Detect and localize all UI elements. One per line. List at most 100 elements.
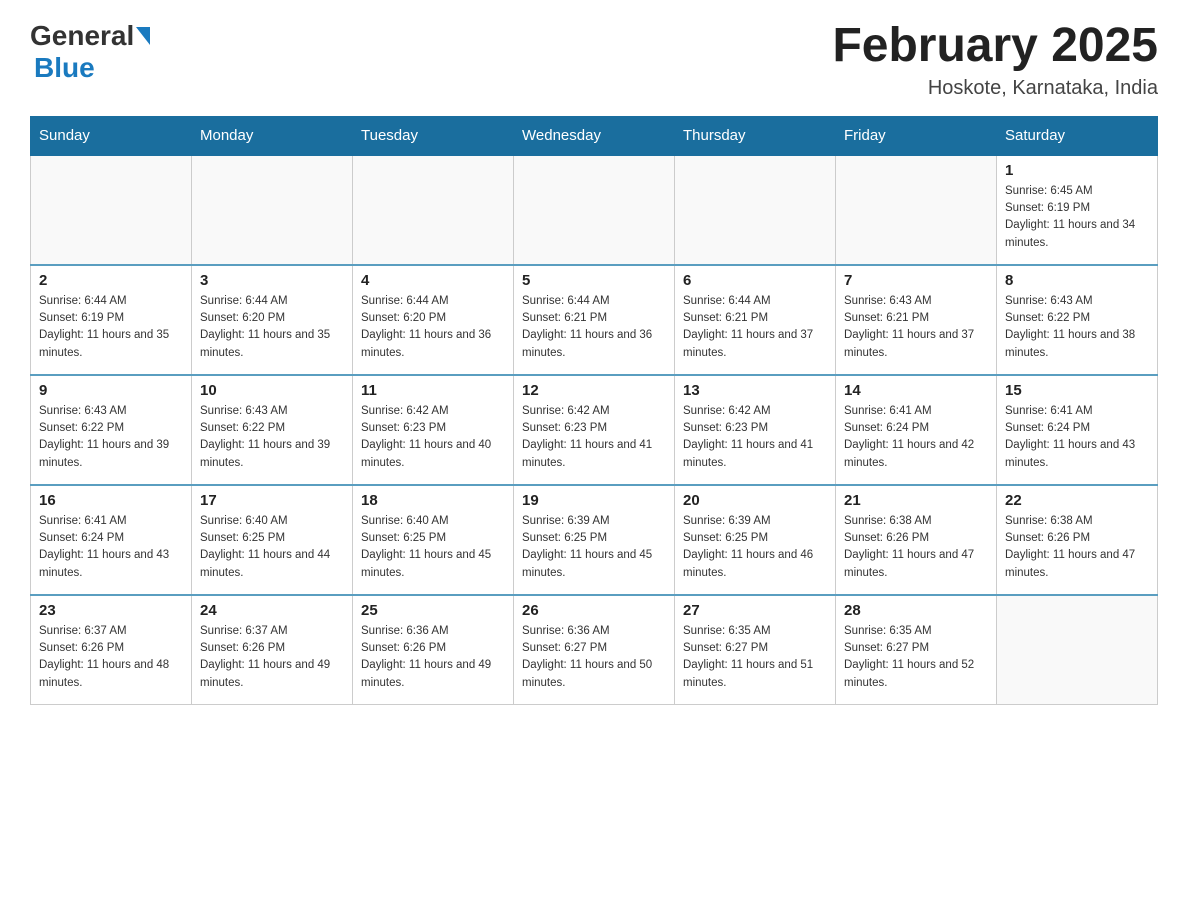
day-info: Sunrise: 6:44 AM Sunset: 6:21 PM Dayligh… — [522, 293, 666, 362]
logo-general-text: General — [30, 20, 134, 52]
calendar-cell: 5Sunrise: 6:44 AM Sunset: 6:21 PM Daylig… — [514, 265, 675, 375]
day-info: Sunrise: 6:38 AM Sunset: 6:26 PM Dayligh… — [1005, 513, 1149, 582]
day-number: 7 — [844, 272, 988, 289]
calendar-cell: 19 Sunrise: 6:39 AM Sunset: 6:25 PM Dayli… — [514, 485, 675, 595]
day-info: Sunrise: 6:44 AM Sunset: 6:19 PM Dayligh… — [39, 293, 183, 362]
day-info: Sunrise: 6:42 AM Sunset: 6:23 PM Dayligh… — [522, 403, 666, 472]
day-info: Sunrise: 6:36 AM Sunset: 6:27 PM Dayligh… — [522, 623, 666, 692]
day-info: Sunrise: 6:37 AM Sunset: 6:26 PM Dayligh… — [39, 623, 183, 692]
logo: General Blue — [30, 20, 152, 84]
weekday-header-wednesday: Wednesday — [514, 116, 675, 155]
day-number: 24 — [200, 602, 344, 619]
day-number: 2 — [39, 272, 183, 289]
calendar-cell — [192, 155, 353, 265]
calendar-cell — [353, 155, 514, 265]
calendar-cell: 15 Sunrise: 6:41 AM Sunset: 6:24 PM Dayli… — [997, 375, 1158, 485]
calendar-cell — [836, 155, 997, 265]
calendar-cell: 17Sunrise: 6:40 AM Sunset: 6:25 PM Dayli… — [192, 485, 353, 595]
weekday-header-thursday: Thursday — [675, 116, 836, 155]
day-info: Sunrise: 6:38 AM Sunset: 6:26 PM Dayligh… — [844, 513, 988, 582]
logo-arrow-icon — [136, 27, 150, 45]
calendar-cell — [675, 155, 836, 265]
calendar-cell — [31, 155, 192, 265]
day-info: Sunrise: 6:39 AM Sunset: 6:25 PM Dayligh… — [683, 513, 827, 582]
calendar-cell: 9 Sunrise: 6:43 AM Sunset: 6:22 PM Daylig… — [31, 375, 192, 485]
day-number: 6 — [683, 272, 827, 289]
day-info: Sunrise: 6:44 AM Sunset: 6:20 PM Dayligh… — [361, 293, 505, 362]
calendar-cell: 22 Sunrise: 6:38 AM Sunset: 6:26 PM Dayli… — [997, 485, 1158, 595]
calendar-subtitle: Hoskote, Karnataka, India — [832, 77, 1158, 100]
day-info: Sunrise: 6:37 AM Sunset: 6:26 PM Dayligh… — [200, 623, 344, 692]
calendar-cell: 18 Sunrise: 6:40 AM Sunset: 6:25 PM Dayli… — [353, 485, 514, 595]
day-info: Sunrise: 6:44 AM Sunset: 6:21 PM Dayligh… — [683, 293, 827, 362]
calendar-cell: 7Sunrise: 6:43 AM Sunset: 6:21 PM Daylig… — [836, 265, 997, 375]
calendar-cell: 27 Sunrise: 6:35 AM Sunset: 6:27 PM Dayli… — [675, 595, 836, 705]
day-info: Sunrise: 6:45 AM Sunset: 6:19 PM Dayligh… — [1005, 183, 1149, 252]
header: General Blue February 2025 Hoskote, Karn… — [30, 20, 1158, 100]
day-info: Sunrise: 6:41 AM Sunset: 6:24 PM Dayligh… — [1005, 403, 1149, 472]
day-number: 13 — [683, 382, 827, 399]
calendar-week-row: 16 Sunrise: 6:41 AM Sunset: 6:24 PM Dayli… — [31, 485, 1158, 595]
calendar-cell — [514, 155, 675, 265]
day-info: Sunrise: 6:41 AM Sunset: 6:24 PM Dayligh… — [39, 513, 183, 582]
day-info: Sunrise: 6:40 AM Sunset: 6:25 PM Dayligh… — [361, 513, 505, 582]
day-number: 15 — [1005, 382, 1149, 399]
calendar-week-row: 1 Sunrise: 6:45 AM Sunset: 6:19 PM Daylig… — [31, 155, 1158, 265]
calendar-cell: 26 Sunrise: 6:36 AM Sunset: 6:27 PM Dayli… — [514, 595, 675, 705]
calendar-cell: 16 Sunrise: 6:41 AM Sunset: 6:24 PM Dayli… — [31, 485, 192, 595]
title-area: February 2025 Hoskote, Karnataka, India — [832, 20, 1158, 100]
day-number: 19 — [522, 492, 666, 509]
day-number: 28 — [844, 602, 988, 619]
calendar-cell: 12 Sunrise: 6:42 AM Sunset: 6:23 PM Dayli… — [514, 375, 675, 485]
calendar-cell: 10 Sunrise: 6:43 AM Sunset: 6:22 PM Dayli… — [192, 375, 353, 485]
day-info: Sunrise: 6:42 AM Sunset: 6:23 PM Dayligh… — [361, 403, 505, 472]
weekday-header-tuesday: Tuesday — [353, 116, 514, 155]
day-number: 25 — [361, 602, 505, 619]
day-number: 23 — [39, 602, 183, 619]
day-number: 16 — [39, 492, 183, 509]
calendar-cell: 20 Sunrise: 6:39 AM Sunset: 6:25 PM Dayli… — [675, 485, 836, 595]
calendar-cell: 25 Sunrise: 6:36 AM Sunset: 6:26 PM Dayli… — [353, 595, 514, 705]
calendar-cell: 1 Sunrise: 6:45 AM Sunset: 6:19 PM Daylig… — [997, 155, 1158, 265]
day-number: 9 — [39, 382, 183, 399]
calendar-cell: 13 Sunrise: 6:42 AM Sunset: 6:23 PM Dayli… — [675, 375, 836, 485]
calendar-week-row: 23 Sunrise: 6:37 AM Sunset: 6:26 PM Dayli… — [31, 595, 1158, 705]
day-info: Sunrise: 6:35 AM Sunset: 6:27 PM Dayligh… — [844, 623, 988, 692]
calendar-cell: 14Sunrise: 6:41 AM Sunset: 6:24 PM Dayli… — [836, 375, 997, 485]
day-info: Sunrise: 6:39 AM Sunset: 6:25 PM Dayligh… — [522, 513, 666, 582]
calendar-cell: 2 Sunrise: 6:44 AM Sunset: 6:19 PM Daylig… — [31, 265, 192, 375]
calendar-cell: 23 Sunrise: 6:37 AM Sunset: 6:26 PM Dayli… — [31, 595, 192, 705]
calendar-cell: 24 Sunrise: 6:37 AM Sunset: 6:26 PM Dayli… — [192, 595, 353, 705]
calendar-cell: 8 Sunrise: 6:43 AM Sunset: 6:22 PM Daylig… — [997, 265, 1158, 375]
day-number: 10 — [200, 382, 344, 399]
weekday-header-monday: Monday — [192, 116, 353, 155]
day-number: 18 — [361, 492, 505, 509]
day-number: 4 — [361, 272, 505, 289]
day-info: Sunrise: 6:43 AM Sunset: 6:22 PM Dayligh… — [200, 403, 344, 472]
calendar-week-row: 2 Sunrise: 6:44 AM Sunset: 6:19 PM Daylig… — [31, 265, 1158, 375]
calendar-title: February 2025 — [832, 20, 1158, 73]
weekday-header-friday: Friday — [836, 116, 997, 155]
weekday-header-row: SundayMondayTuesdayWednesdayThursdayFrid… — [31, 116, 1158, 155]
calendar-cell: 6 Sunrise: 6:44 AM Sunset: 6:21 PM Daylig… — [675, 265, 836, 375]
day-info: Sunrise: 6:41 AM Sunset: 6:24 PM Dayligh… — [844, 403, 988, 472]
weekday-header-saturday: Saturday — [997, 116, 1158, 155]
day-number: 1 — [1005, 162, 1149, 179]
day-number: 12 — [522, 382, 666, 399]
weekday-header-sunday: Sunday — [31, 116, 192, 155]
logo-blue-text: Blue — [34, 52, 95, 83]
day-number: 26 — [522, 602, 666, 619]
day-info: Sunrise: 6:35 AM Sunset: 6:27 PM Dayligh… — [683, 623, 827, 692]
day-number: 8 — [1005, 272, 1149, 289]
day-number: 27 — [683, 602, 827, 619]
day-number: 21 — [844, 492, 988, 509]
day-info: Sunrise: 6:42 AM Sunset: 6:23 PM Dayligh… — [683, 403, 827, 472]
calendar-cell — [997, 595, 1158, 705]
day-info: Sunrise: 6:43 AM Sunset: 6:22 PM Dayligh… — [1005, 293, 1149, 362]
day-number: 20 — [683, 492, 827, 509]
day-info: Sunrise: 6:36 AM Sunset: 6:26 PM Dayligh… — [361, 623, 505, 692]
day-number: 22 — [1005, 492, 1149, 509]
calendar-cell: 4 Sunrise: 6:44 AM Sunset: 6:20 PM Daylig… — [353, 265, 514, 375]
day-info: Sunrise: 6:44 AM Sunset: 6:20 PM Dayligh… — [200, 293, 344, 362]
day-info: Sunrise: 6:43 AM Sunset: 6:22 PM Dayligh… — [39, 403, 183, 472]
